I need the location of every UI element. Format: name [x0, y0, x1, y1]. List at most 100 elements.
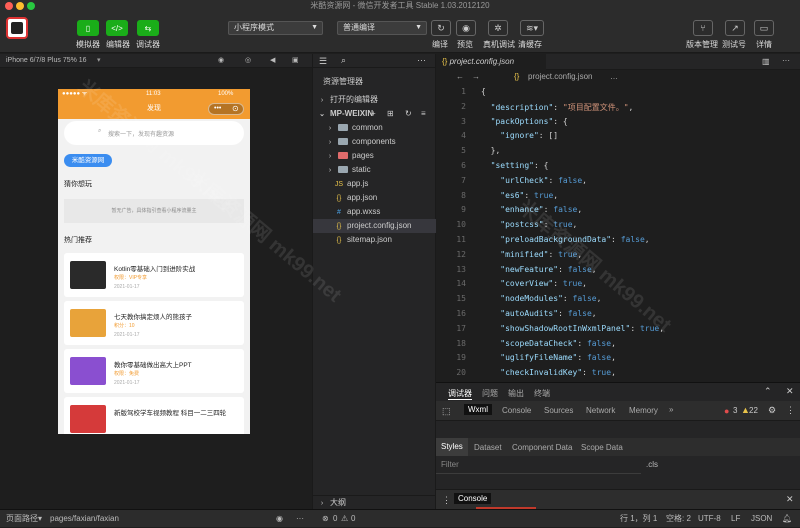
code-line[interactable]: "ignore": [] — [481, 131, 558, 140]
editor-tab[interactable]: {} project.config.json — [436, 54, 546, 70]
code-line[interactable]: "uglifyFileName": false, — [481, 353, 616, 362]
mode-select[interactable]: 小程序模式 ▼ — [228, 21, 323, 35]
code-line[interactable]: "preloadBackgroundData": false, — [481, 235, 649, 244]
compile-select[interactable]: 普通编译 ▼ — [337, 21, 427, 35]
tab-styles[interactable]: Styles — [436, 438, 468, 456]
tab-output[interactable]: 输出 — [508, 388, 524, 399]
bell-icon[interactable]: 🔔︎ — [782, 510, 792, 528]
debugger-toggle-button[interactable]: ⇆ — [137, 20, 159, 36]
tab-problems[interactable]: 问题 — [482, 388, 498, 399]
code-line[interactable]: "es6": true, — [481, 191, 558, 200]
inspect-icon[interactable]: ⬚ — [442, 406, 451, 417]
record-icon[interactable]: ◉ — [218, 54, 224, 68]
eye-icon[interactable]: ◉ — [276, 510, 283, 528]
more-icon[interactable]: ⋮ — [786, 405, 795, 416]
split-editor-icon[interactable]: ▥ — [762, 57, 770, 66]
cls-toggle[interactable]: .cls — [646, 460, 658, 469]
maximize-window-button[interactable] — [27, 2, 35, 10]
files-icon[interactable]: ☰ — [319, 56, 327, 67]
code-line[interactable]: "packOptions": { — [481, 117, 568, 126]
close-icon[interactable]: ✕ — [786, 494, 794, 505]
project-root[interactable]: ⌄ MP-WEIXIN + ⊞ ↻ ≡ — [313, 107, 437, 121]
brand-tag[interactable]: 米酷资源网 — [64, 154, 112, 167]
forward-icon[interactable]: → — [472, 70, 480, 84]
test-account-button[interactable]: ↗ — [725, 20, 745, 36]
tree-folder[interactable]: › static — [313, 163, 437, 177]
encoding[interactable]: UTF-8 — [698, 510, 721, 528]
filter-input[interactable]: Filter .cls — [436, 456, 658, 474]
code-line[interactable]: "postcss": true, — [481, 220, 577, 229]
version-button[interactable]: ⑂ — [693, 20, 713, 36]
code-line[interactable]: "newFeature": false, — [481, 265, 596, 274]
code-line[interactable]: "checkInvalidKey": true, — [481, 368, 616, 377]
open-editors-section[interactable]: › 打开的编辑器 — [313, 93, 437, 107]
page-path-label[interactable]: 页面路径 — [6, 510, 38, 528]
tab-component-data[interactable]: Component Data — [512, 443, 572, 452]
tab-console-drawer[interactable]: Console — [454, 493, 492, 504]
tree-folder[interactable]: › pages — [313, 149, 437, 163]
device-select[interactable]: iPhone 6/7/8 Plus 75% 16 — [6, 57, 87, 64]
real-debug-button[interactable]: ✲ — [488, 20, 508, 36]
eol[interactable]: LF — [731, 510, 740, 528]
code-line[interactable]: "urlCheck": false, — [481, 176, 587, 185]
tree-folder[interactable]: › components — [313, 135, 437, 149]
list-item[interactable]: Kotlin零基础入门到进阶实战 权限：VIP专享 2021-01-17 — [64, 253, 244, 297]
tab-sources[interactable]: Sources — [544, 406, 573, 415]
more-icon[interactable]: ··· — [417, 55, 426, 65]
close-icon[interactable]: ✕ — [786, 386, 794, 397]
tab-dataset[interactable]: Dataset — [474, 443, 502, 452]
preview-button[interactable]: ◉ — [456, 20, 476, 36]
code-line[interactable]: "setting": { — [481, 161, 549, 170]
list-item[interactable]: 七天教你搞定烦人的熊孩子 积分：10 2021-01-17 — [64, 301, 244, 345]
language-mode[interactable]: JSON — [751, 510, 772, 528]
back-icon[interactable]: ← — [456, 70, 464, 84]
code-line[interactable]: "coverView": true, — [481, 279, 587, 288]
tab-network[interactable]: Network — [586, 406, 615, 415]
code-line[interactable]: "nodeModules": false, — [481, 294, 601, 303]
code-line[interactable]: }, — [481, 146, 501, 155]
warnings-count[interactable]: 0 — [351, 510, 355, 528]
more-tabs[interactable]: » — [669, 405, 673, 414]
page-path[interactable]: pages/faxian/faxian — [50, 510, 119, 528]
outline-section[interactable]: › 大纲 — [313, 495, 437, 509]
simulator-toggle-button[interactable]: ▯ — [77, 20, 99, 36]
minimize-window-button[interactable] — [16, 2, 24, 10]
tab-console[interactable]: Console — [502, 406, 531, 415]
indent-setting[interactable]: 空格: 2 — [666, 510, 691, 528]
code-line[interactable]: "autoAudits": false, — [481, 309, 596, 318]
tab-memory[interactable]: Memory — [629, 406, 658, 415]
new-folder-icon[interactable]: ⊞ — [387, 107, 394, 121]
tree-file[interactable]: {} app.json — [313, 191, 437, 205]
window-icon[interactable]: ▣ — [292, 54, 299, 68]
tab-debugger[interactable]: 调试器 — [448, 388, 472, 400]
code-line[interactable]: "minified": true, — [481, 250, 582, 259]
breadcrumb-file[interactable]: project.config.json — [528, 70, 592, 84]
drawer-menu-icon[interactable]: ⋮ — [442, 495, 451, 506]
app-avatar[interactable] — [6, 17, 28, 39]
close-mini-icon[interactable]: ⊙ — [232, 99, 239, 119]
tab-wxml[interactable]: Wxml — [464, 404, 492, 415]
code-line[interactable]: "description": "项目配置文件。", — [481, 102, 634, 113]
settings-icon[interactable]: ⚙ — [768, 405, 776, 416]
details-button[interactable]: ▭ — [754, 20, 774, 36]
list-item[interactable]: 教你零基础做出高大上PPT 权限：免费 2021-01-17 — [64, 349, 244, 393]
collapse-icon[interactable]: ≡ — [421, 107, 426, 121]
tab-terminal[interactable]: 终端 — [534, 388, 550, 399]
more-icon[interactable]: ··· — [782, 56, 790, 65]
code-line[interactable]: "showShadowRootInWxmlPanel": true, — [481, 324, 664, 333]
list-item[interactable]: 新版驾校学车视频教程 科目一二三四轮 — [64, 397, 244, 434]
new-file-icon[interactable]: + — [371, 107, 376, 121]
compile-button[interactable]: ↻ — [431, 20, 451, 36]
editor-toggle-button[interactable]: </> — [106, 20, 128, 36]
tree-file[interactable]: # app.wxss — [313, 205, 437, 219]
tab-scope-data[interactable]: Scope Data — [581, 443, 623, 452]
more-icon[interactable]: ··· — [296, 510, 304, 528]
tree-file[interactable]: JS app.js — [313, 177, 437, 191]
search-icon[interactable]: ⌕ — [341, 55, 346, 66]
stop-icon[interactable]: ◎ — [245, 54, 251, 68]
tree-file-selected[interactable]: {} project.config.json — [313, 219, 437, 233]
close-window-button[interactable] — [5, 2, 13, 10]
code-line[interactable]: { — [481, 87, 486, 96]
refresh-icon[interactable]: ↻ — [405, 107, 412, 121]
problems-count[interactable]: 0 — [333, 510, 337, 528]
